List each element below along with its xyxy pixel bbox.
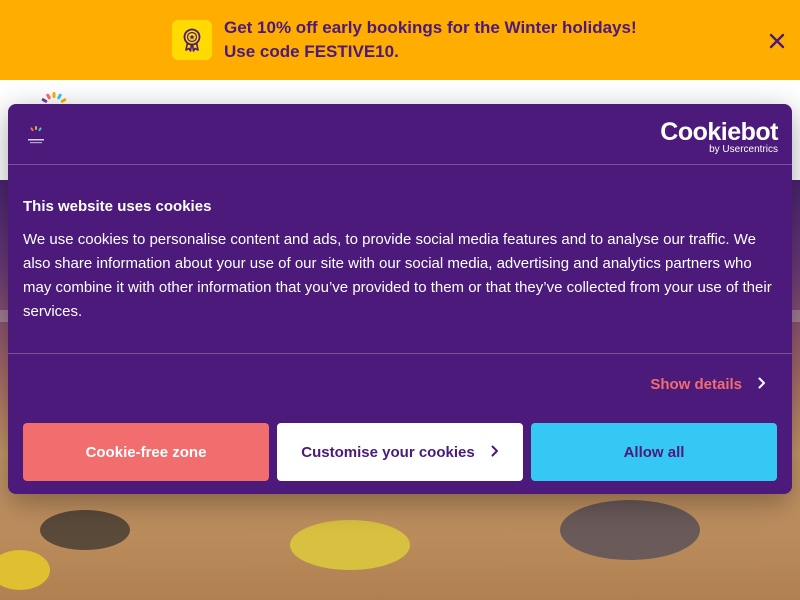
cookie-consent-dialog: Cookiebot by Usercentrics This website u… (8, 104, 792, 494)
dialog-body: We use cookies to personalise content an… (23, 231, 772, 320)
chevron-right-icon (758, 376, 766, 393)
cookiebot-brand[interactable]: Cookiebot by Usercentrics (660, 118, 778, 156)
award-badge-icon (172, 20, 212, 60)
allow-all-button[interactable]: Allow all (531, 423, 777, 481)
cookie-free-zone-button[interactable]: Cookie-free zone (23, 423, 269, 481)
hero-shape (560, 500, 700, 560)
hero-shape (0, 550, 50, 590)
customise-cookies-button[interactable]: Customise your cookies (277, 423, 523, 481)
hero-shape (290, 520, 410, 570)
promo-line-2: Use code FESTIVE10. (224, 42, 399, 61)
show-details-link[interactable]: Show details (650, 376, 766, 393)
cookiebot-name: Cookiebot (660, 118, 778, 146)
show-details-label: Show details (650, 376, 742, 393)
customise-cookies-label: Customise your cookies (301, 443, 475, 461)
dialog-title: This website uses cookies (23, 198, 212, 215)
site-logo-small (24, 124, 48, 153)
divider (8, 164, 792, 165)
chevron-right-icon (491, 444, 499, 461)
promo-message: Get 10% off early bookings for the Winte… (224, 16, 644, 64)
promo-banner: Get 10% off early bookings for the Winte… (0, 0, 800, 80)
close-icon[interactable] (764, 28, 790, 54)
promo-line-1: Get 10% off early bookings for the Winte… (224, 18, 637, 37)
hero-shape (40, 510, 130, 550)
divider (8, 353, 792, 354)
